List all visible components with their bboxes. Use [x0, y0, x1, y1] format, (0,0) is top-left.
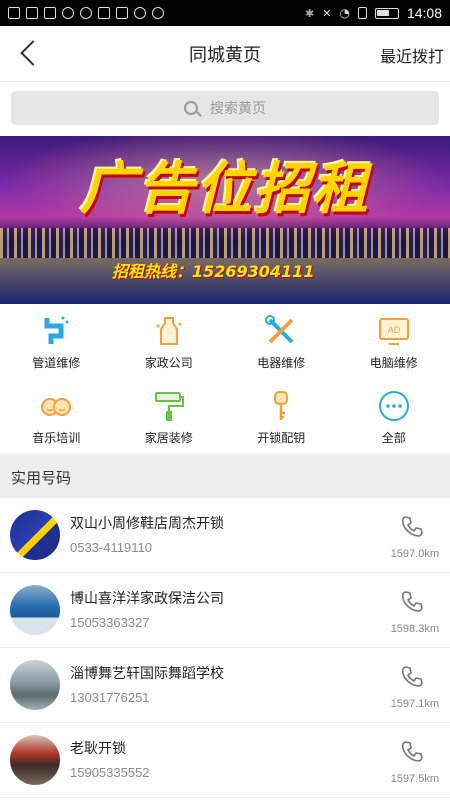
- ad-banner[interactable]: 广告位招租 招租热线：15269304111: [0, 136, 450, 304]
- search-placeholder: 搜索黄页: [210, 101, 266, 117]
- search-icon: [184, 101, 198, 115]
- search-input[interactable]: 搜索黄页: [11, 91, 439, 125]
- system-icons: ✱ ✕ ◔ 14:08: [305, 5, 442, 21]
- tools-icon: [265, 315, 294, 344]
- mute-icon: ✕: [322, 6, 332, 20]
- paint-roller-icon: [154, 392, 184, 421]
- listing-phone: 15053363327: [70, 615, 150, 630]
- category-label: 管道维修: [32, 356, 81, 370]
- shield-icon: [98, 7, 110, 19]
- app-header: 同城黄页 最近拨打: [0, 26, 450, 82]
- image-icon: [116, 7, 128, 19]
- notification-icon: [8, 7, 20, 19]
- category-locksmith[interactable]: 开锁配钥: [225, 379, 338, 454]
- status-bar: ✱ ✕ ◔ 14:08: [0, 0, 450, 26]
- category-grid: 管道维修 家政公司 电器维修 AD 电脑维修 音乐培训 家居装修 开锁配钥 全部: [0, 304, 450, 454]
- listing-phone: 0533-4119110: [70, 540, 152, 555]
- list-item[interactable]: 博山喜洋洋家政保洁公司 15053363327 1598.3km: [0, 573, 450, 648]
- category-label: 音乐培训: [32, 431, 81, 445]
- avatar: [10, 585, 60, 635]
- category-music-training[interactable]: 音乐培训: [0, 379, 113, 454]
- sync-icon: [80, 7, 92, 19]
- phone-icon[interactable]: [400, 739, 424, 763]
- sim-icon: [44, 7, 56, 19]
- more-icon: [378, 391, 409, 421]
- category-label: 电脑维修: [369, 356, 418, 370]
- listing-phone: 15905335552: [70, 765, 150, 780]
- key-icon: [274, 391, 289, 420]
- avatar: [10, 510, 60, 560]
- wifi-icon: ◔: [339, 6, 350, 20]
- search-bar-container: 搜索黄页: [0, 82, 450, 136]
- phone-icon[interactable]: [400, 664, 424, 688]
- kids-icon: [41, 398, 72, 416]
- list-item[interactable]: 淄博舞艺轩国际舞蹈学校 13031776251 1597.1km: [0, 648, 450, 723]
- avatar: [10, 660, 60, 710]
- category-computer-repair[interactable]: AD 电脑维修: [338, 304, 450, 379]
- phone-icon[interactable]: [400, 589, 424, 613]
- phone-icon[interactable]: [400, 514, 424, 538]
- listing-list: 双山小周修鞋店周杰开锁 0533-4119110 1597.0km 博山喜洋洋家…: [0, 498, 450, 800]
- svg-text:AD: AD: [387, 325, 400, 335]
- category-label: 电器维修: [257, 356, 306, 370]
- category-pipe-repair[interactable]: 管道维修: [0, 304, 113, 379]
- battery-icon: [374, 7, 399, 19]
- category-label: 开锁配钥: [257, 431, 306, 445]
- category-home-decoration[interactable]: 家居装修: [113, 379, 226, 454]
- notification-icons: [8, 7, 164, 19]
- list-item[interactable]: 双山小周修鞋店周杰开锁 0533-4119110 1597.0km: [0, 498, 450, 573]
- listing-distance: 1597.5km: [390, 773, 439, 785]
- listing-distance: 1598.3km: [390, 623, 439, 635]
- list-item[interactable]: 老耿开锁 15905335552 1597.5km: [0, 723, 450, 798]
- listing-name: 双山小周修鞋店周杰开锁: [70, 516, 224, 532]
- banner-headline: 广告位招租: [80, 157, 370, 222]
- sim-card-icon: [357, 7, 367, 19]
- spray-bottle-icon: [156, 317, 182, 345]
- pipe-icon: [44, 316, 69, 344]
- section-title: 实用号码: [0, 456, 450, 498]
- back-arrow-icon[interactable]: [18, 40, 40, 68]
- more-dots-icon: [152, 7, 164, 19]
- category-appliance-repair[interactable]: 电器维修: [225, 304, 338, 379]
- clock: 14:08: [406, 5, 442, 21]
- category-label: 家政公司: [144, 356, 193, 370]
- bluetooth-icon: ✱: [305, 6, 315, 20]
- category-label: 全部: [381, 431, 406, 445]
- listing-name: 老耿开锁: [70, 741, 126, 757]
- trash-icon: [26, 7, 38, 19]
- category-housekeeping[interactable]: 家政公司: [113, 304, 226, 379]
- category-all[interactable]: 全部: [338, 379, 450, 454]
- banner-hotline: 招租热线：15269304111: [112, 262, 315, 281]
- browser-icon: [134, 7, 146, 19]
- banner-city-lights: [0, 228, 450, 258]
- listing-name: 淄博舞艺轩国际舞蹈学校: [70, 666, 224, 682]
- listing-phone: 13031776251: [70, 690, 150, 705]
- category-label: 家居装修: [144, 431, 193, 445]
- recent-calls-button[interactable]: 最近拨打: [380, 43, 444, 67]
- listing-distance: 1597.1km: [390, 698, 439, 710]
- globe-icon: [62, 7, 74, 19]
- monitor-ad-icon: AD: [378, 318, 409, 345]
- listing-name: 博山喜洋洋家政保洁公司: [70, 591, 224, 607]
- listing-distance: 1597.0km: [390, 548, 439, 560]
- avatar: [10, 735, 60, 785]
